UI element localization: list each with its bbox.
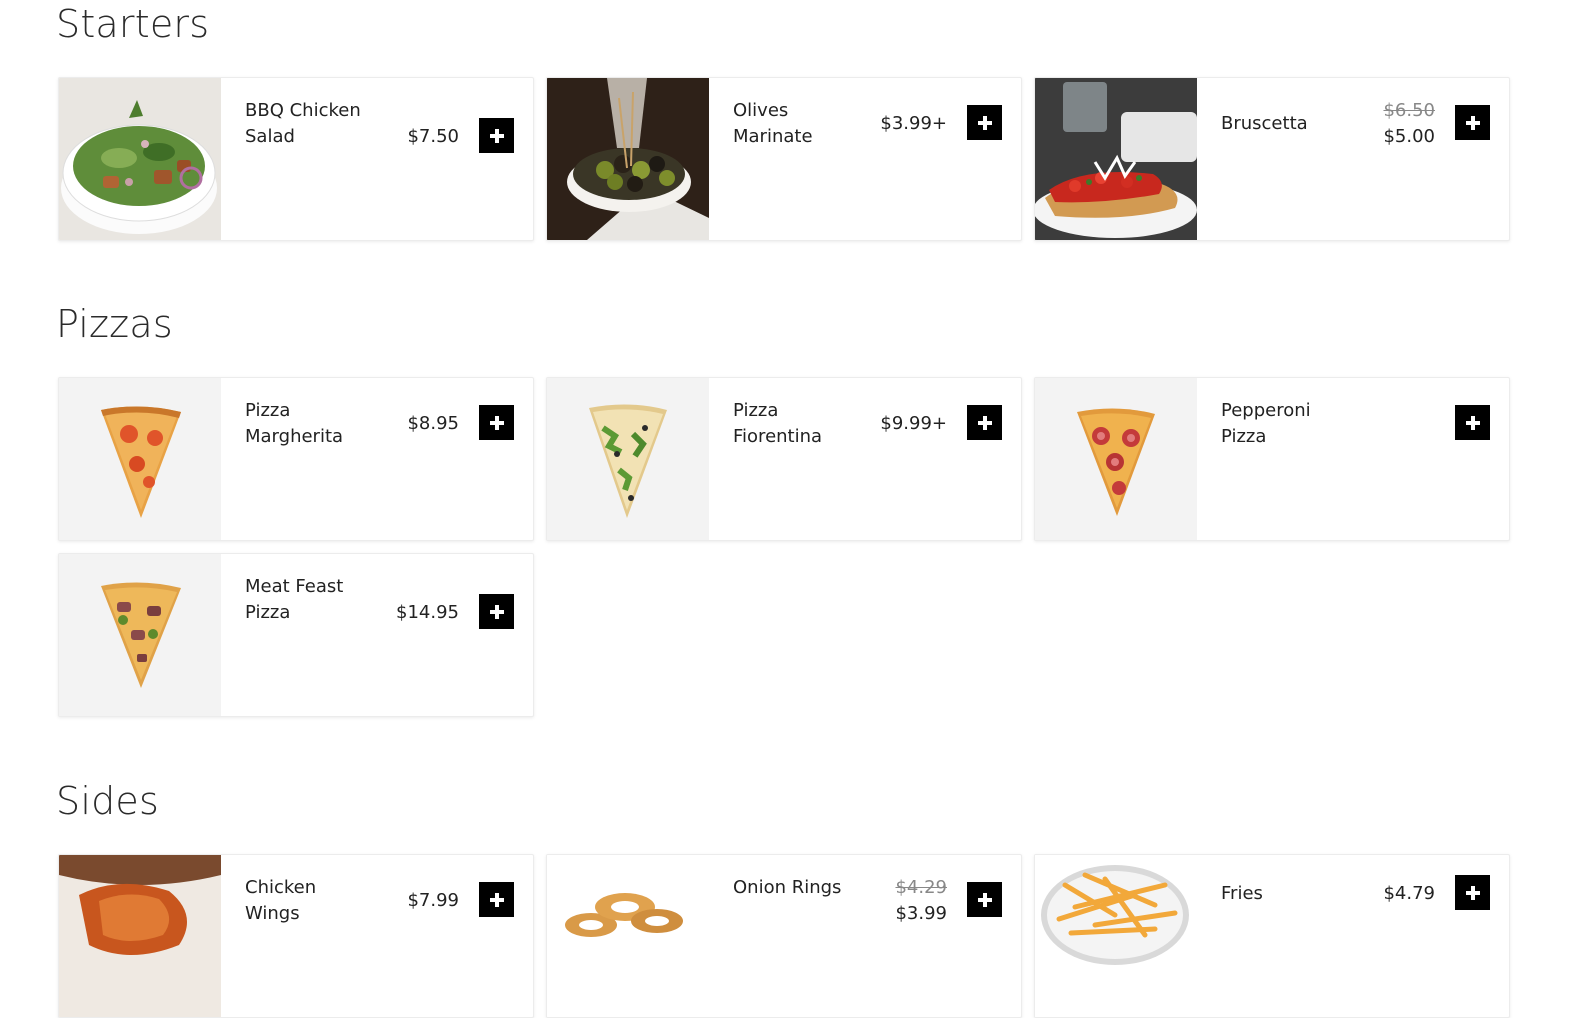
item-name: BBQ Chicken Salad (245, 100, 361, 147)
item-price-group: $4.29 $3.99 (895, 875, 947, 927)
plus-icon (1465, 885, 1480, 900)
food-thumbnail-salad[interactable] (59, 78, 221, 240)
food-thumbnail-pizza-pepperoni[interactable] (1035, 378, 1197, 540)
add-to-cart-button[interactable] (967, 405, 1002, 440)
food-thumbnail-chicken-wings[interactable] (59, 855, 221, 1017)
item-price-group: $3.99+ (880, 111, 947, 137)
menu-item-card[interactable]: Bruscetta $6.50 $5.00 (1034, 77, 1510, 241)
item-name: Pizza Margherita (245, 400, 344, 447)
menu-item-card[interactable]: Chicken Wings $7.99 (58, 854, 534, 1018)
item-price: $5.00 (1383, 126, 1435, 147)
add-to-cart-button[interactable] (1455, 875, 1490, 910)
food-thumbnail-fries[interactable] (1035, 855, 1197, 1017)
item-price: $3.99+ (880, 113, 947, 134)
plus-icon (977, 892, 992, 907)
section-title-starters: Starters (56, 2, 210, 46)
item-price: $8.95 (407, 413, 459, 434)
menu-item-card[interactable]: Pizza Fiorentina $9.99+ (546, 377, 1022, 541)
menu-item-card[interactable]: Pizza Margherita $8.95 (58, 377, 534, 541)
menu-item-card[interactable]: Pepperoni Pizza (1034, 377, 1510, 541)
add-to-cart-button[interactable] (1455, 405, 1490, 440)
item-name: Onion Rings (733, 877, 842, 898)
item-price: $14.95 (396, 602, 459, 623)
menu-item-card[interactable]: Meat Feast Pizza $14.95 (58, 553, 534, 717)
item-price: $4.79 (1383, 883, 1435, 904)
plus-icon (489, 892, 504, 907)
plus-icon (1465, 415, 1480, 430)
item-price: $7.99 (407, 890, 459, 911)
plus-icon (1465, 115, 1480, 130)
item-price-group: $7.50 (407, 124, 459, 150)
item-name: Bruscetta (1221, 113, 1308, 134)
item-name: Pepperoni Pizza (1221, 400, 1311, 447)
item-price-group: $7.99 (407, 888, 459, 914)
item-price-group: $14.95 (396, 600, 459, 626)
plus-icon (489, 415, 504, 430)
menu-item-card[interactable]: Onion Rings $4.29 $3.99 (546, 854, 1022, 1018)
item-name: Meat Feast Pizza (245, 576, 344, 623)
item-price-group: $4.79 (1383, 881, 1435, 907)
plus-icon (489, 128, 504, 143)
food-thumbnail-bruschetta[interactable] (1035, 78, 1197, 240)
item-name: Fries (1221, 883, 1263, 904)
food-thumbnail-olives[interactable] (547, 78, 709, 240)
food-thumbnail-pizza-fiorentina[interactable] (547, 378, 709, 540)
item-name: Chicken Wings (245, 877, 317, 924)
section-title-sides: Sides (56, 779, 159, 823)
plus-icon (977, 415, 992, 430)
item-original-price: $4.29 (895, 877, 947, 898)
item-name: Pizza Fiorentina (733, 400, 823, 447)
plus-icon (489, 604, 504, 619)
item-price-group: $8.95 (407, 411, 459, 437)
item-price-group: $6.50 $5.00 (1383, 98, 1435, 150)
item-price: $7.50 (407, 126, 459, 147)
menu-item-card[interactable]: Olives Marinate $3.99+ (546, 77, 1022, 241)
item-original-price: $6.50 (1383, 100, 1435, 121)
add-to-cart-button[interactable] (479, 882, 514, 917)
section-title-pizzas: Pizzas (56, 302, 173, 346)
food-thumbnail-onion-rings[interactable] (547, 855, 709, 1017)
menu-item-card[interactable]: BBQ Chicken Salad $7.50 (58, 77, 534, 241)
add-to-cart-button[interactable] (479, 405, 514, 440)
item-price: $9.99+ (880, 413, 947, 434)
item-price: $3.99 (895, 903, 947, 924)
food-thumbnail-pizza-meat-feast[interactable] (59, 554, 221, 716)
item-price-group: $9.99+ (880, 411, 947, 437)
add-to-cart-button[interactable] (479, 594, 514, 629)
menu-item-card[interactable]: Fries $4.79 (1034, 854, 1510, 1018)
item-name: Olives Marinate (733, 100, 813, 147)
food-thumbnail-pizza-margherita[interactable] (59, 378, 221, 540)
plus-icon (977, 115, 992, 130)
add-to-cart-button[interactable] (1455, 105, 1490, 140)
add-to-cart-button[interactable] (479, 118, 514, 153)
add-to-cart-button[interactable] (967, 105, 1002, 140)
add-to-cart-button[interactable] (967, 882, 1002, 917)
